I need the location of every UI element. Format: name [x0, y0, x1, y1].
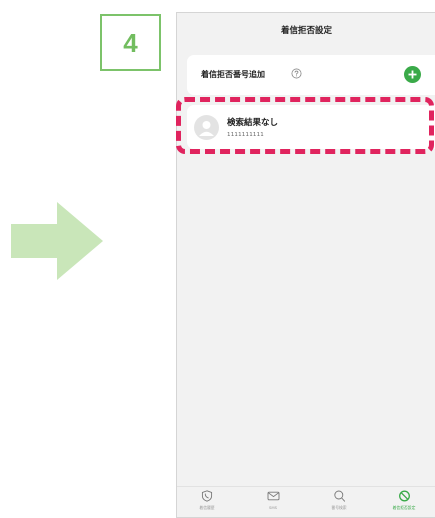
step-number-badge: 4	[100, 14, 161, 71]
tab-label: SMS	[268, 505, 278, 510]
screen-title: 着信拒否設定	[280, 26, 332, 36]
phone-screen: 着信拒否設定 着信拒否番号追加 検索結果なし 1111111111 着信履歴 S…	[176, 12, 435, 518]
tab-label: 着信拒否設定	[392, 505, 416, 510]
tab-label: 番号検索	[331, 505, 347, 510]
bottom-tab-bar: 着信履歴 SMS 番号検索 着信拒否設定	[177, 486, 435, 517]
add-blocked-number-label: 着信拒否番号追加	[201, 70, 265, 79]
tab-label: 着信履歴	[199, 505, 215, 510]
highlight-outline	[176, 97, 434, 154]
help-icon[interactable]	[291, 68, 302, 79]
mail-icon	[267, 491, 279, 501]
screen-header: 着信拒否設定	[177, 13, 435, 47]
add-blocked-number-row[interactable]: 着信拒否番号追加	[187, 55, 435, 95]
tab-block-settings[interactable]: 着信拒否設定	[384, 490, 424, 516]
search-icon	[333, 490, 345, 502]
tab-sms[interactable]: SMS	[253, 490, 293, 516]
tab-call-history[interactable]: 着信履歴	[187, 490, 227, 516]
add-button[interactable]	[404, 66, 421, 83]
phone-shield-icon	[201, 490, 213, 502]
tab-number-search[interactable]: 番号検索	[319, 490, 359, 516]
right-arrow-icon	[11, 202, 103, 280]
block-icon	[398, 490, 410, 502]
step-number: 4	[123, 27, 138, 58]
plus-icon	[408, 70, 417, 79]
